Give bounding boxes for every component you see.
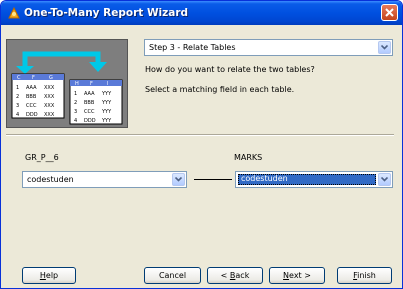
wizard-body: C F G 1 AAA XXX 2 BBB XXX 3 CCC XXX 4 DD… [4,25,399,285]
step-select[interactable]: Step 3 - Relate Tables [144,39,393,56]
right-cell: CCC [84,109,95,115]
back-button[interactable]: < Back [207,267,263,284]
left-cell: BBB [26,94,37,100]
title-bar[interactable]: One-To-Many Report Wizard [1,1,402,25]
relate-instruction: Select a matching field in each table. [145,85,295,94]
divider [6,134,394,136]
left-cell: 2 [16,94,19,100]
right-cell: AAA [84,91,95,97]
left-cell: DDD [26,112,38,118]
chevron-down-icon [381,45,388,50]
right-cell: YYY [101,118,112,124]
relation-line [194,179,232,180]
close-button[interactable] [381,4,398,21]
left-table-label: GR_P__6 [25,153,59,162]
next-label-rest: ext > [289,271,311,280]
right-field-value: codestuden [241,174,288,183]
right-cell: 1 [74,91,77,97]
left-field-select[interactable]: codestuden [22,171,187,188]
left-cell: 1 [16,85,19,91]
right-cell: 3 [74,109,77,115]
step-select-value: Step 3 - Relate Tables [149,43,236,52]
right-field-select[interactable]: codestuden [235,171,393,188]
left-cell: XXX [44,112,55,118]
tables-illustration-icon: C F G 1 AAA XXX 2 BBB XXX 3 CCC XXX 4 DD… [11,51,123,125]
left-field-value: codestuden [27,175,74,184]
wizard-window: One-To-Many Report Wizard C F G 1 AAA XX… [0,0,403,289]
right-cell: YYY [101,100,112,106]
finish-label-rest: inish [357,271,376,280]
help-button[interactable]: Help [22,267,76,284]
right-field-dropdown-button[interactable] [378,173,391,186]
help-label-rest: elp [45,271,59,280]
left-cell: XXX [44,85,55,91]
step-dropdown-button[interactable] [378,41,391,54]
left-table-header-f: F [32,75,35,81]
right-cell: 2 [74,100,77,106]
right-table-header-f: F [90,81,93,87]
back-label-rest: ack [235,271,250,280]
right-cell: YYY [101,109,112,115]
cancel-button[interactable]: Cancel [144,267,201,284]
right-cell: YYY [101,91,112,97]
left-cell: 3 [16,103,19,109]
left-cell: AAA [26,85,37,91]
left-table-header-c: C [17,75,21,81]
right-table-header-i: I [107,81,108,87]
left-field-dropdown-button[interactable] [172,173,185,186]
chevron-down-icon [175,177,182,182]
left-table-header-g: G [49,75,53,81]
right-table-label: MARKS [234,153,263,162]
finish-button[interactable]: Finish [337,267,392,284]
left-cell: 4 [16,112,19,118]
chevron-down-icon [381,177,388,182]
window-title: One-To-Many Report Wizard [24,7,189,19]
next-button[interactable]: Next > [269,267,325,284]
back-prefix: < [220,271,230,280]
relate-tables-illustration: C F G 1 AAA XXX 2 BBB XXX 3 CCC XXX 4 DD… [6,39,128,128]
left-cell: CCC [26,103,37,109]
right-table-header-h: H [75,81,79,87]
left-cell: XXX [44,103,55,109]
right-cell: BBB [84,100,95,106]
left-cell: XXX [44,94,55,100]
relate-question: How do you want to relate the two tables… [145,65,315,74]
close-icon [385,8,394,17]
right-cell: DDD [84,118,96,124]
wizard-icon [8,6,20,19]
right-cell: 4 [74,118,77,124]
